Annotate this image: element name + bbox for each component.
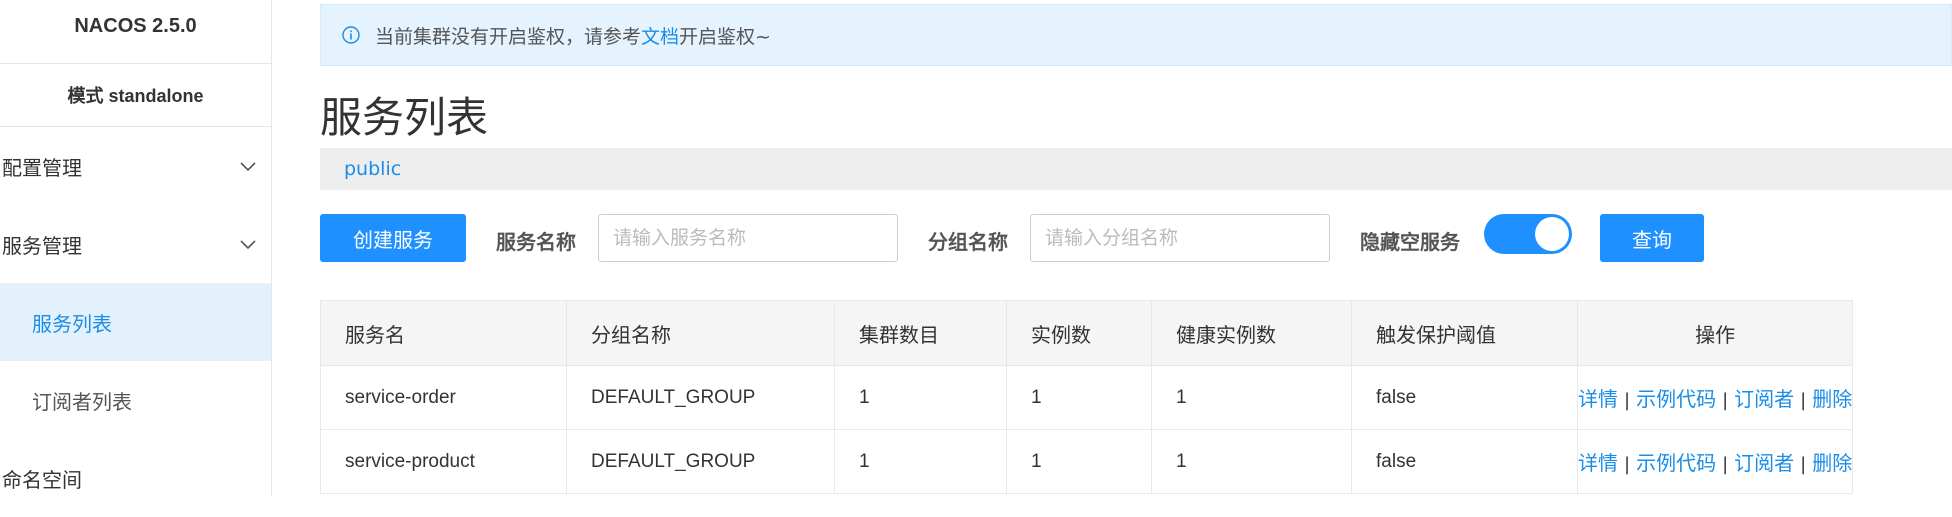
- action-separator: |: [1722, 390, 1729, 411]
- action-separator: |: [1800, 390, 1807, 411]
- header-instance-count: 实例数: [1006, 300, 1152, 366]
- auth-alert: 当前集群没有开启鉴权，请参考 文档 开启鉴权~: [320, 4, 1952, 66]
- header-healthy-count: 健康实例数: [1151, 300, 1352, 366]
- detail-link[interactable]: 详情: [1578, 387, 1618, 411]
- cell-instance-count: 1: [1006, 365, 1152, 430]
- header-group-name: 分组名称: [566, 300, 835, 366]
- sidebar-group-namespace[interactable]: 命名空间: [0, 439, 271, 517]
- sample-code-link[interactable]: 示例代码: [1636, 451, 1716, 475]
- cell-actions: 详情 | 示例代码 | 订阅者 | 删除: [1576, 429, 1854, 494]
- subscribers-link[interactable]: 订阅者: [1734, 387, 1794, 411]
- action-separator: |: [1624, 454, 1631, 475]
- cell-protect-threshold: false: [1351, 365, 1578, 430]
- cell-actions: 详情 | 示例代码 | 订阅者 | 删除: [1576, 365, 1854, 430]
- delete-link[interactable]: 删除: [1812, 387, 1852, 411]
- sample-code-link[interactable]: 示例代码: [1636, 387, 1716, 411]
- sidebar-group-service[interactable]: 服务管理: [0, 205, 271, 283]
- cell-service-name: service-product: [320, 429, 567, 494]
- sidebar-group-label: 命名空间: [2, 467, 82, 492]
- docs-link[interactable]: 文档: [641, 22, 679, 49]
- group-name-label: 分组名称: [928, 230, 1008, 254]
- query-button[interactable]: 查询: [1600, 214, 1704, 262]
- header-actions: 操作: [1576, 300, 1854, 366]
- mode-indicator: 模式 standalone: [0, 64, 271, 127]
- subscribers-link[interactable]: 订阅者: [1734, 451, 1794, 475]
- brand-title: NACOS 2.5.0: [74, 14, 197, 37]
- sidebar-item-label: 订阅者列表: [32, 389, 132, 414]
- cell-group-name: DEFAULT_GROUP: [566, 429, 835, 494]
- cell-healthy-count: 1: [1151, 365, 1352, 430]
- namespace-bar: public: [320, 148, 1952, 190]
- hide-empty-label: 隐藏空服务: [1360, 230, 1460, 254]
- toolbar: 创建服务 服务名称 分组名称 隐藏空服务 查询: [320, 214, 1952, 262]
- chevron-down-icon: [240, 240, 256, 250]
- cell-instance-count: 1: [1006, 429, 1152, 494]
- cell-protect-threshold: false: [1351, 429, 1578, 494]
- header-protect-threshold: 触发保护阈值: [1351, 300, 1578, 366]
- table-header-row: 服务名 分组名称 集群数目 实例数 健康实例数 触发保护阈值 操作: [320, 300, 1854, 366]
- hide-empty-toggle[interactable]: [1484, 214, 1572, 254]
- cell-group-name: DEFAULT_GROUP: [566, 365, 835, 430]
- service-name-label: 服务名称: [496, 230, 576, 254]
- action-separator: |: [1624, 390, 1631, 411]
- alert-text-after: 开启鉴权~: [679, 25, 771, 48]
- sidebar-item-label: 服务列表: [32, 311, 112, 336]
- cell-service-name: service-order: [320, 365, 567, 430]
- sidebar-group-label: 配置管理: [2, 155, 82, 180]
- header-service-name: 服务名: [320, 300, 567, 366]
- service-table: 服务名 分组名称 集群数目 实例数 健康实例数 触发保护阈值 操作 servic…: [320, 300, 1854, 494]
- detail-link[interactable]: 详情: [1578, 451, 1618, 475]
- table-row: service-product DEFAULT_GROUP 1 1 1 fals…: [320, 429, 1854, 494]
- sidebar: NACOS 2.5.0 模式 standalone 配置管理 服务管理 服务列表…: [0, 0, 272, 496]
- main-content: 当前集群没有开启鉴权，请参考 文档 开启鉴权~ 服务列表 public 创建服务 服…: [320, 0, 1952, 496]
- action-separator: |: [1800, 454, 1807, 475]
- create-service-button[interactable]: 创建服务: [320, 214, 466, 262]
- action-separator: |: [1722, 454, 1729, 475]
- header-cluster-count: 集群数目: [834, 300, 1007, 366]
- sidebar-item-service-list[interactable]: 服务列表: [0, 283, 271, 361]
- sidebar-group-label: 服务管理: [2, 233, 82, 258]
- chevron-down-icon: [240, 162, 256, 172]
- namespace-public[interactable]: public: [344, 158, 401, 180]
- cell-cluster-count: 1: [834, 365, 1007, 430]
- brand: NACOS 2.5.0: [0, 0, 271, 64]
- service-name-input[interactable]: [598, 214, 898, 262]
- group-name-input[interactable]: [1030, 214, 1330, 262]
- info-icon: [342, 26, 360, 44]
- delete-link[interactable]: 删除: [1812, 451, 1852, 475]
- cell-healthy-count: 1: [1151, 429, 1352, 494]
- toggle-knob: [1535, 217, 1569, 251]
- sidebar-item-subscriber-list[interactable]: 订阅者列表: [0, 361, 271, 439]
- table-row: service-order DEFAULT_GROUP 1 1 1 false …: [320, 365, 1854, 430]
- cell-cluster-count: 1: [834, 429, 1007, 494]
- alert-text-before: 当前集群没有开启鉴权，请参考: [375, 25, 642, 48]
- page-title: 服务列表: [320, 93, 489, 142]
- sidebar-group-config[interactable]: 配置管理: [0, 127, 271, 205]
